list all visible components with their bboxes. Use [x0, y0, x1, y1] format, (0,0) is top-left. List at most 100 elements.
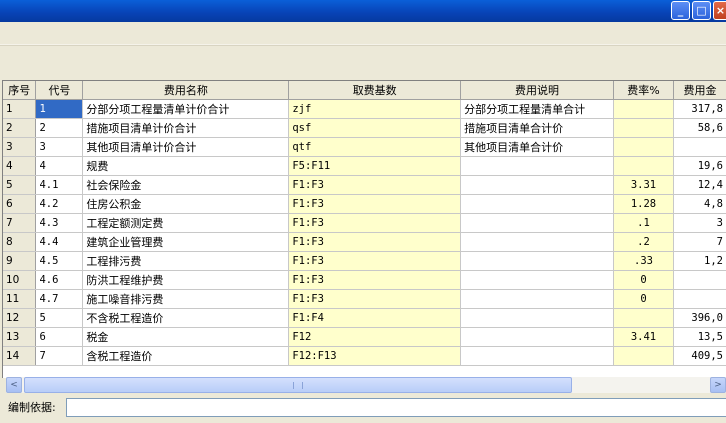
- amount-cell[interactable]: 19,6: [673, 156, 726, 176]
- row-index-cell[interactable]: 3: [3, 137, 37, 157]
- code-cell[interactable]: 4.2: [35, 194, 84, 214]
- table-row[interactable]: 11 4.7 施工噪音排污费 F1:F3 0: [3, 289, 726, 309]
- table-row[interactable]: 10 4.6 防洪工程维护费 F1:F3 0: [3, 270, 726, 290]
- rate-cell[interactable]: [613, 308, 674, 328]
- code-cell[interactable]: 4.6: [35, 270, 84, 290]
- base-cell[interactable]: F12: [288, 327, 462, 347]
- horizontal-scrollbar[interactable]: < >: [6, 377, 726, 393]
- amount-cell[interactable]: [673, 289, 726, 309]
- table-row[interactable]: 4 4 规费 F5:F11 19,6: [3, 156, 726, 176]
- table-row[interactable]: 12 5 不含税工程造价 F1:F4 396,0: [3, 308, 726, 328]
- rate-cell[interactable]: [613, 99, 674, 119]
- base-cell[interactable]: F1:F3: [288, 213, 462, 233]
- rate-cell[interactable]: 3.41: [613, 327, 674, 347]
- amount-cell[interactable]: 409,5: [673, 346, 726, 366]
- desc-cell[interactable]: 分部分项工程量清单合计: [460, 99, 615, 119]
- fee-name-cell[interactable]: 施工噪音排污费: [82, 289, 290, 309]
- desc-cell[interactable]: [460, 251, 615, 271]
- desc-cell[interactable]: [460, 270, 615, 290]
- col-header-index[interactable]: 序号: [3, 81, 37, 100]
- col-header-rate[interactable]: 费率%: [613, 81, 674, 100]
- code-cell[interactable]: 4.5: [35, 251, 84, 271]
- code-cell[interactable]: 4.4: [35, 232, 84, 252]
- table-row[interactable]: 14 7 含税工程造价 F12:F13 409,5: [3, 346, 726, 366]
- table-row[interactable]: 8 4.4 建筑企业管理费 F1:F3 .2 7: [3, 232, 726, 252]
- table-row[interactable]: 7 4.3 工程定额测定费 F1:F3 .1 3: [3, 213, 726, 233]
- table-row[interactable]: 5 4.1 社会保险金 F1:F3 3.31 12,4: [3, 175, 726, 195]
- fee-name-cell[interactable]: 不含税工程造价: [82, 308, 290, 328]
- desc-cell[interactable]: [460, 213, 615, 233]
- row-index-cell[interactable]: 10: [3, 270, 37, 290]
- desc-cell[interactable]: [460, 346, 615, 366]
- rate-cell[interactable]: .33: [613, 251, 674, 271]
- desc-cell[interactable]: [460, 232, 615, 252]
- col-header-code[interactable]: 代号: [35, 81, 84, 100]
- scroll-thumb[interactable]: [24, 377, 572, 393]
- table-row[interactable]: 2 2 措施项目清单计价合计 qsf 措施项目清单合计价 58,6: [3, 118, 726, 138]
- rate-cell[interactable]: 3.31: [613, 175, 674, 195]
- col-header-desc[interactable]: 费用说明: [460, 81, 615, 100]
- code-cell[interactable]: 6: [35, 327, 84, 347]
- amount-cell[interactable]: 1,2: [673, 251, 726, 271]
- desc-cell[interactable]: [460, 308, 615, 328]
- code-cell[interactable]: 3: [35, 137, 84, 157]
- fee-name-cell[interactable]: 分部分项工程量清单计价合计: [82, 99, 290, 119]
- basis-input[interactable]: [66, 398, 726, 417]
- desc-cell[interactable]: [460, 194, 615, 214]
- code-cell[interactable]: 4.1: [35, 175, 84, 195]
- base-cell[interactable]: F5:F11: [288, 156, 462, 176]
- table-row[interactable]: 3 3 其他项目清单计价合计 qtf 其他项目清单合计价: [3, 137, 726, 157]
- base-cell[interactable]: F12:F13: [288, 346, 462, 366]
- rate-cell[interactable]: [613, 118, 674, 138]
- row-index-cell[interactable]: 2: [3, 118, 37, 138]
- table-row[interactable]: 1 1 分部分项工程量清单计价合计 zjf 分部分项工程量清单合计 317,8: [3, 99, 726, 119]
- base-cell[interactable]: F1:F3: [288, 289, 462, 309]
- scroll-right-button[interactable]: >: [710, 377, 726, 393]
- code-cell[interactable]: 1: [35, 99, 84, 119]
- row-index-cell[interactable]: 5: [3, 175, 37, 195]
- fee-name-cell[interactable]: 工程排污费: [82, 251, 290, 271]
- base-cell[interactable]: F1:F3: [288, 232, 462, 252]
- amount-cell[interactable]: 13,5: [673, 327, 726, 347]
- row-index-cell[interactable]: 12: [3, 308, 37, 328]
- fee-name-cell[interactable]: 含税工程造价: [82, 346, 290, 366]
- amount-cell[interactable]: 12,4: [673, 175, 726, 195]
- fee-name-cell[interactable]: 规费: [82, 156, 290, 176]
- amount-cell[interactable]: 58,6: [673, 118, 726, 138]
- fee-name-cell[interactable]: 建筑企业管理费: [82, 232, 290, 252]
- base-cell[interactable]: zjf: [288, 99, 462, 119]
- base-cell[interactable]: F1:F4: [288, 308, 462, 328]
- fee-name-cell[interactable]: 住房公积金: [82, 194, 290, 214]
- rate-cell[interactable]: [613, 346, 674, 366]
- col-header-name[interactable]: 费用名称: [82, 81, 290, 100]
- amount-cell[interactable]: 317,8: [673, 99, 726, 119]
- base-cell[interactable]: qsf: [288, 118, 462, 138]
- fee-name-cell[interactable]: 社会保险金: [82, 175, 290, 195]
- minimize-button[interactable]: _: [671, 1, 690, 20]
- rate-cell[interactable]: [613, 156, 674, 176]
- row-index-cell[interactable]: 11: [3, 289, 37, 309]
- desc-cell[interactable]: 措施项目清单合计价: [460, 118, 615, 138]
- base-cell[interactable]: F1:F3: [288, 175, 462, 195]
- desc-cell[interactable]: [460, 289, 615, 309]
- code-cell[interactable]: 7: [35, 346, 84, 366]
- maximize-button[interactable]: □: [692, 1, 711, 20]
- close-button[interactable]: ×: [713, 1, 726, 20]
- row-index-cell[interactable]: 1: [3, 99, 37, 119]
- table-row[interactable]: 13 6 税金 F12 3.41 13,5: [3, 327, 726, 347]
- row-index-cell[interactable]: 14: [3, 346, 37, 366]
- amount-cell[interactable]: 3: [673, 213, 726, 233]
- scroll-left-button[interactable]: <: [6, 377, 22, 393]
- desc-cell[interactable]: [460, 327, 615, 347]
- desc-cell[interactable]: 其他项目清单合计价: [460, 137, 615, 157]
- rate-cell[interactable]: 0: [613, 289, 674, 309]
- base-cell[interactable]: F1:F3: [288, 251, 462, 271]
- fee-grid[interactable]: 序号 代号 费用名称 取费基数 费用说明 费率% 费用金 1 1 分部分项工程量清单…: [2, 80, 726, 378]
- fee-name-cell[interactable]: 措施项目清单计价合计: [82, 118, 290, 138]
- code-cell[interactable]: 4.7: [35, 289, 84, 309]
- fee-name-cell[interactable]: 税金: [82, 327, 290, 347]
- rate-cell[interactable]: [613, 137, 674, 157]
- code-cell[interactable]: 4.3: [35, 213, 84, 233]
- desc-cell[interactable]: [460, 175, 615, 195]
- code-cell[interactable]: 4: [35, 156, 84, 176]
